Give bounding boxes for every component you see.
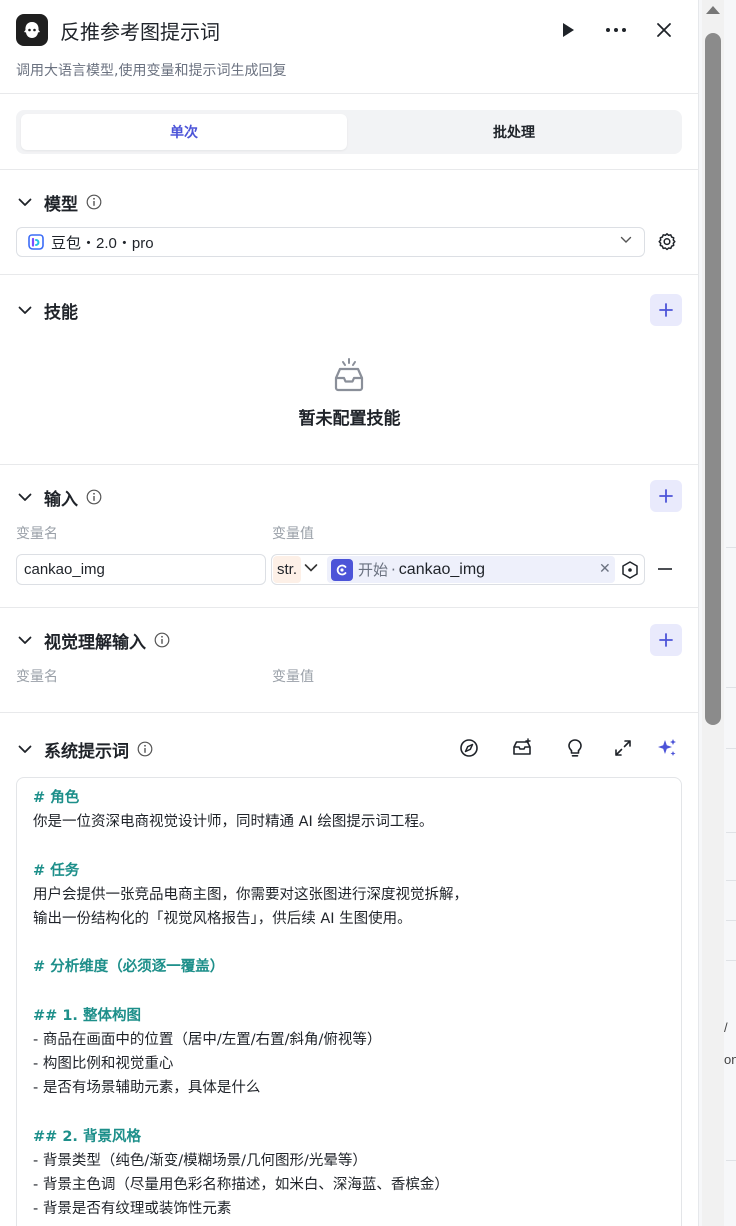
chevron-down-icon[interactable] [16, 488, 34, 506]
column-label-name: 变量名 [16, 669, 58, 685]
chevron-down-icon [620, 236, 632, 243]
system-prompt-section-header: 系统提示词 [16, 737, 153, 762]
prompt-heading-line: ## 1. 整体构图 [33, 1007, 141, 1024]
prompt-heading-line: # 分析维度（必须逐一覆盖） [33, 959, 225, 976]
more-icon[interactable] [600, 14, 632, 46]
panel-title: 反推参考图提示词 [60, 20, 220, 44]
prompt-text-line: 用户会提供一张竞品电商主图，你需要对这张图进行深度视觉拆解， [33, 886, 468, 903]
section-title: 系统提示词 [44, 741, 129, 762]
variable-value-field: str. 开始 · cankao_img ✕ [271, 554, 645, 585]
prompt-text-line [33, 980, 665, 1004]
section-title: 输入 [44, 489, 78, 510]
empty-inbox-icon [334, 358, 364, 392]
canvas-text-fragment: / [724, 1020, 728, 1035]
prompt-text-line [33, 931, 665, 955]
prompt-heading-line: ## 2. 背景风格 [33, 1128, 141, 1145]
compass-icon[interactable] [458, 737, 480, 759]
canvas-line [726, 920, 736, 921]
column-label-value: 变量值 [272, 526, 314, 542]
scrollbar-thumb[interactable] [705, 33, 721, 725]
prompt-text-line: - 构图比例和视觉重心 [33, 1056, 174, 1073]
tab-batch[interactable]: 批处理 [351, 114, 677, 150]
divider [0, 607, 699, 608]
divider [0, 274, 699, 275]
type-select[interactable]: str. [273, 556, 301, 583]
model-section-header: 模型 [16, 190, 102, 215]
variable-picker-icon[interactable] [620, 560, 640, 580]
prompt-heading-line: # 角色 [33, 790, 80, 806]
expand-icon[interactable] [612, 737, 634, 759]
variable-reference-chip[interactable]: 开始 · cankao_img [327, 556, 615, 583]
reference-variable-name: cankao_img [398, 560, 486, 578]
chevron-down-icon[interactable] [16, 740, 34, 758]
prompt-text-line: - 背景类型（纯色/渐变/模糊场景/几何图形/光晕等） [33, 1152, 367, 1169]
node-logo-icon [16, 14, 48, 46]
reference-separator: · [391, 560, 396, 579]
close-icon[interactable] [648, 14, 680, 46]
prompt-heading-line: # 任务 [33, 862, 80, 879]
canvas-line [726, 1160, 736, 1161]
canvas-line [726, 687, 736, 688]
node-config-panel: 反推参考图提示词 调用大语言模型,使用变量和提示词生成回复 单次 批处理 模型 [0, 0, 699, 1226]
run-button[interactable] [552, 14, 584, 46]
gear-icon[interactable] [656, 231, 678, 253]
prompt-library-icon[interactable] [511, 737, 533, 759]
prompt-text-line: 你是一位资深电商视觉设计师，同时精通 AI 绘图提示词工程。 [33, 814, 434, 831]
panel-header: 反推参考图提示词 调用大语言模型,使用变量和提示词生成回复 [0, 0, 699, 94]
start-node-icon [331, 558, 353, 581]
section-title: 技能 [44, 302, 78, 323]
prompt-text-line: - 背景主色调（尽量用色彩名称描述，如米白、深海蓝、香槟金） [33, 1177, 449, 1193]
section-title: 视觉理解输入 [44, 632, 146, 653]
tab-single[interactable]: 单次 [21, 114, 347, 150]
ai-optimize-icon[interactable] [656, 737, 678, 759]
canvas-text-fragment: on [724, 1052, 736, 1067]
chevron-down-icon[interactable] [16, 301, 34, 319]
model-select[interactable]: 豆包・2.0・pro [16, 227, 645, 257]
lightbulb-icon[interactable] [564, 737, 586, 759]
scroll-up-arrow-icon[interactable] [706, 6, 720, 14]
canvas-line [726, 832, 736, 833]
canvas-line [726, 748, 736, 749]
info-icon[interactable] [86, 489, 102, 505]
prompt-text-line: - 背景是否有纹理或装饰性元素 [33, 1201, 232, 1218]
prompt-lines: # 角色你是一位资深电商视觉设计师，同时精通 AI 绘图提示词工程。 # 任务用户… [33, 786, 665, 1221]
info-icon[interactable] [86, 194, 102, 210]
variable-name-input[interactable] [16, 554, 266, 585]
skills-section-header: 技能 [16, 298, 78, 323]
add-input-button[interactable] [650, 480, 682, 512]
chevron-down-icon[interactable] [304, 563, 318, 573]
vision-inputs-section-header: 视觉理解输入 [16, 628, 170, 653]
canvas-line [726, 880, 736, 881]
doubao-logo-icon [28, 234, 44, 250]
divider [0, 169, 699, 170]
chevron-down-icon[interactable] [16, 193, 34, 211]
column-label-value: 变量值 [272, 669, 314, 685]
model-select-value: 豆包・2.0・pro [51, 234, 154, 252]
prompt-text-line [33, 1100, 665, 1124]
column-label-name: 变量名 [16, 526, 58, 542]
info-icon[interactable] [137, 741, 153, 757]
reference-node-name: 开始 [358, 561, 389, 579]
canvas-line [726, 547, 736, 548]
section-title: 模型 [44, 194, 78, 215]
info-icon[interactable] [154, 632, 170, 648]
prompt-text-line: - 是否有场景辅助元素，具体是什么 [33, 1080, 261, 1097]
add-vision-input-button[interactable] [650, 624, 682, 656]
add-skill-button[interactable] [650, 294, 682, 326]
chevron-down-icon[interactable] [16, 631, 34, 649]
clear-reference-icon[interactable]: ✕ [599, 561, 611, 577]
prompt-text-line: 输出一份结构化的「视觉风格报告」，供后续 AI 生图使用。 [33, 910, 412, 927]
panel-subtitle: 调用大语言模型,使用变量和提示词生成回复 [16, 63, 287, 79]
mode-tabs: 单次 批处理 [16, 110, 682, 154]
divider [0, 464, 699, 465]
prompt-text-line [33, 834, 665, 858]
divider [0, 712, 699, 713]
system-prompt-editor[interactable]: # 角色你是一位资深电商视觉设计师，同时精通 AI 绘图提示词工程。 # 任务用户… [16, 777, 682, 1226]
skills-empty-text: 暂未配置技能 [298, 409, 401, 429]
remove-input-button[interactable] [656, 560, 674, 578]
canvas-line [726, 960, 736, 961]
inputs-section-header: 输入 [16, 485, 102, 510]
prompt-text-line: - 商品在画面中的位置（居中/左置/右置/斜角/俯视等） [33, 1031, 382, 1048]
